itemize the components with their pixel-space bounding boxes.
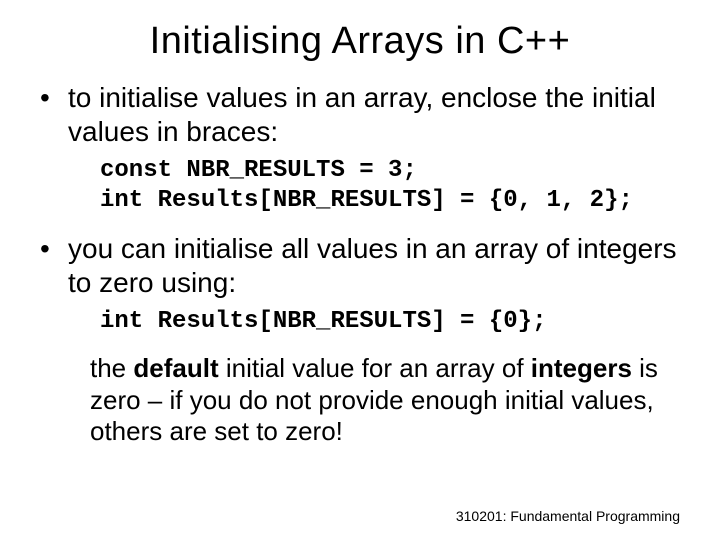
slide-footer: 310201: Fundamental Programming xyxy=(456,508,680,524)
bullet-dot: • xyxy=(40,232,68,299)
bullet-item-2: • you can initialise all values in an ar… xyxy=(40,232,680,299)
slide: Initialising Arrays in C++ • to initiali… xyxy=(0,0,720,540)
note-bold: integers xyxy=(531,353,632,383)
bullet-dot: • xyxy=(40,81,68,148)
bullet-text: you can initialise all values in an arra… xyxy=(68,232,680,299)
note-segment: initial value for an array of xyxy=(219,353,531,383)
slide-title: Initialising Arrays in C++ xyxy=(40,20,680,63)
code-line: int Results[NBR_RESULTS] = {0, 1, 2}; xyxy=(100,187,633,214)
code-block-2: int Results[NBR_RESULTS] = {0}; xyxy=(100,307,680,337)
code-block-1: const NBR_RESULTS = 3; int Results[NBR_R… xyxy=(100,156,680,216)
note-text: the default initial value for an array o… xyxy=(90,353,660,447)
code-line: const NBR_RESULTS = 3; xyxy=(100,157,417,184)
bullet-text: to initialise values in an array, enclos… xyxy=(68,81,680,148)
bullet-item-1: • to initialise values in an array, encl… xyxy=(40,81,680,148)
note-bold: default xyxy=(133,353,218,383)
code-line: int Results[NBR_RESULTS] = {0}; xyxy=(100,308,546,335)
note-segment: the xyxy=(90,353,133,383)
